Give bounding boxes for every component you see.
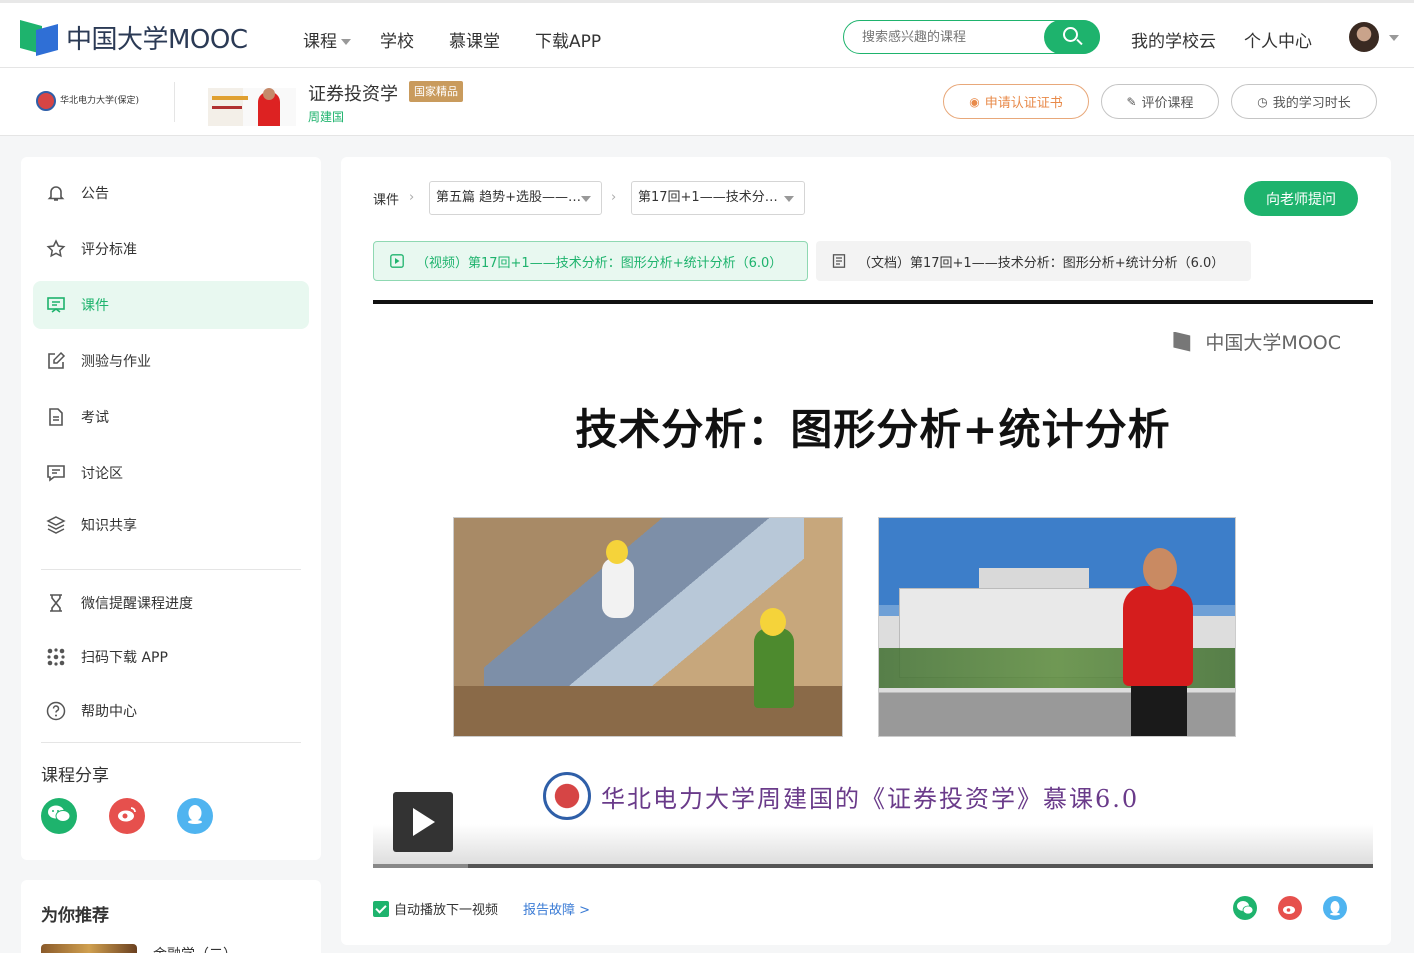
sidebar-item-wechat-reminder[interactable]: 微信提醒课程进度	[33, 579, 309, 627]
hourglass-icon	[46, 593, 66, 613]
wechat-icon	[1233, 901, 1257, 924]
chevron-down-icon[interactable]	[1389, 35, 1399, 41]
share-weibo-button[interactable]	[109, 798, 145, 834]
slide-title: 技术分析：图形分析+统计分析	[575, 405, 1171, 454]
controls-shade	[373, 824, 1373, 864]
study-time-button[interactable]: ◷ 我的学习时长	[1231, 84, 1377, 119]
chevron-down-icon	[581, 196, 591, 202]
school-seal-icon	[36, 91, 56, 111]
help-icon	[46, 701, 66, 721]
chevron-down-icon	[784, 196, 794, 202]
chevron-down-icon	[341, 39, 351, 45]
document-icon	[46, 407, 66, 427]
mooc-logo[interactable]: 中国大学MOOC	[20, 19, 248, 56]
tab-video-unit[interactable]: （视频）第17回+1——技术分析：图形分析+统计分析（6.0）	[373, 241, 808, 281]
clock-icon: ◷	[1257, 94, 1268, 109]
recommend-course-name[interactable]: 金融学（二）	[153, 944, 237, 953]
sidebar-item-grading[interactable]: 评分标准	[33, 225, 309, 273]
share-title: 课程分享	[41, 766, 109, 786]
user-avatar[interactable]	[1349, 22, 1379, 52]
checkbox-checked-icon	[373, 900, 389, 917]
recommend-title: 为你推荐	[41, 906, 109, 926]
video-progress-fill	[373, 864, 468, 868]
wechat-icon	[47, 804, 71, 828]
top-navbar: 中国大学MOOC 课程 学校 慕课堂 下载APP 我的学校云 个人中心	[0, 0, 1414, 68]
ask-teacher-button[interactable]: 向老师提问	[1244, 181, 1358, 216]
autoplay-toggle[interactable]: 自动播放下一视频	[373, 899, 498, 918]
rate-edit-icon: ✎	[1126, 94, 1137, 109]
mooc-watermark: 中国大学MOOC	[1173, 328, 1341, 355]
divider	[41, 569, 301, 570]
discussion-icon	[46, 463, 66, 483]
mooc-logo-icon	[20, 19, 60, 56]
school-name: 华北电力大学(保定)	[60, 96, 140, 106]
tab-document-unit[interactable]: （文档）第17回+1——技术分析：图形分析+统计分析（6.0）	[816, 241, 1251, 281]
courseware-panel: 课件 › 第五篇 趋势+选股——… › 第17回+1——技术分… 向老师提问 （…	[341, 157, 1391, 945]
recommend-thumbnail[interactable]	[41, 944, 137, 953]
sidebar-item-courseware[interactable]: 课件	[33, 281, 309, 329]
course-thumbnail[interactable]	[208, 88, 296, 126]
slide-footer: 华北电力大学周建国的《证券投资学》慕课6.0	[543, 772, 1139, 820]
search-button[interactable]	[1044, 20, 1100, 54]
layers-icon	[46, 515, 66, 535]
university-seal-icon	[543, 772, 591, 820]
lesson-select[interactable]: 第17回+1——技术分…	[631, 181, 805, 215]
divider	[41, 742, 301, 743]
play-button[interactable]	[393, 792, 453, 852]
rate-course-button[interactable]: ✎ 评价课程	[1101, 84, 1219, 119]
play-square-icon	[390, 254, 404, 268]
slide-cartoon-image	[453, 517, 843, 737]
courseware-icon	[46, 295, 66, 315]
video-player[interactable]: 中国大学MOOC 技术分析：图形分析+统计分析 华北电力大学周建国的《证券投资学…	[373, 300, 1373, 871]
share-weibo-small-button[interactable]	[1278, 896, 1302, 920]
sidebar-item-discussion[interactable]: 讨论区	[33, 449, 309, 497]
course-sidebar: 公告 评分标准 课件 测验与作业 考试 讨论区 知识共享 微信提醒课程进度 扫码…	[21, 157, 321, 860]
qq-icon	[186, 803, 204, 829]
chevron-right-icon: ›	[611, 190, 617, 205]
sidebar-item-exams[interactable]: 考试	[33, 393, 309, 441]
edit-icon	[46, 351, 66, 371]
school-logo[interactable]: 华北电力大学(保定)	[36, 90, 140, 112]
star-icon	[46, 239, 66, 259]
sidebar-item-knowledge-share[interactable]: 知识共享	[33, 501, 309, 549]
sidebar-item-announcements[interactable]: 公告	[33, 169, 309, 217]
share-wechat-small-button[interactable]	[1233, 896, 1257, 920]
slide-teacher-image	[878, 517, 1236, 737]
document-icon	[832, 254, 846, 268]
share-qq-button[interactable]	[177, 798, 213, 834]
sidebar-item-download-app[interactable]: 扫码下载 APP	[33, 633, 309, 681]
nav-my-school-cloud[interactable]: 我的学校云	[1131, 27, 1216, 52]
qq-icon	[1323, 901, 1347, 924]
qrcode-icon	[46, 647, 66, 667]
nav-schools[interactable]: 学校	[380, 27, 414, 52]
share-qq-small-button[interactable]	[1323, 896, 1347, 920]
recommend-panel: 为你推荐 金融学（二）	[21, 880, 321, 953]
divider	[174, 82, 175, 122]
chapter-select[interactable]: 第五篇 趋势+选股——…	[429, 181, 602, 215]
share-wechat-button[interactable]	[41, 798, 77, 834]
breadcrumb-courseware: 课件	[373, 193, 400, 208]
nav-mooc-classroom[interactable]: 慕课堂	[449, 27, 500, 52]
sidebar-item-help-center[interactable]: 帮助中心	[33, 687, 309, 735]
nav-personal-center[interactable]: 个人中心	[1244, 27, 1312, 52]
certificate-icon: ◉	[969, 94, 980, 109]
course-title: 证券投资学	[308, 84, 398, 105]
play-icon	[413, 808, 435, 836]
nav-courses[interactable]: 课程	[303, 27, 351, 52]
nav-download-app[interactable]: 下载APP	[535, 27, 601, 52]
search-input[interactable]	[862, 27, 1042, 47]
sidebar-item-quizzes[interactable]: 测验与作业	[33, 337, 309, 385]
logo-text: 中国大学MOOC	[66, 25, 248, 55]
bell-icon	[46, 183, 66, 203]
weibo-icon	[116, 805, 138, 827]
search-box	[843, 20, 1100, 54]
apply-certificate-button[interactable]: ◉ 申请认证证书	[943, 84, 1089, 119]
video-progress-bar[interactable]	[373, 864, 1373, 868]
chevron-right-icon: ›	[409, 190, 415, 205]
weibo-icon	[1278, 906, 1302, 924]
report-issue-link[interactable]: 报告故障 >	[523, 899, 590, 918]
national-quality-badge: 国家精品	[409, 81, 463, 102]
mooc-logo-icon	[1173, 331, 1191, 352]
teacher-name-link[interactable]: 周建国	[308, 108, 344, 125]
